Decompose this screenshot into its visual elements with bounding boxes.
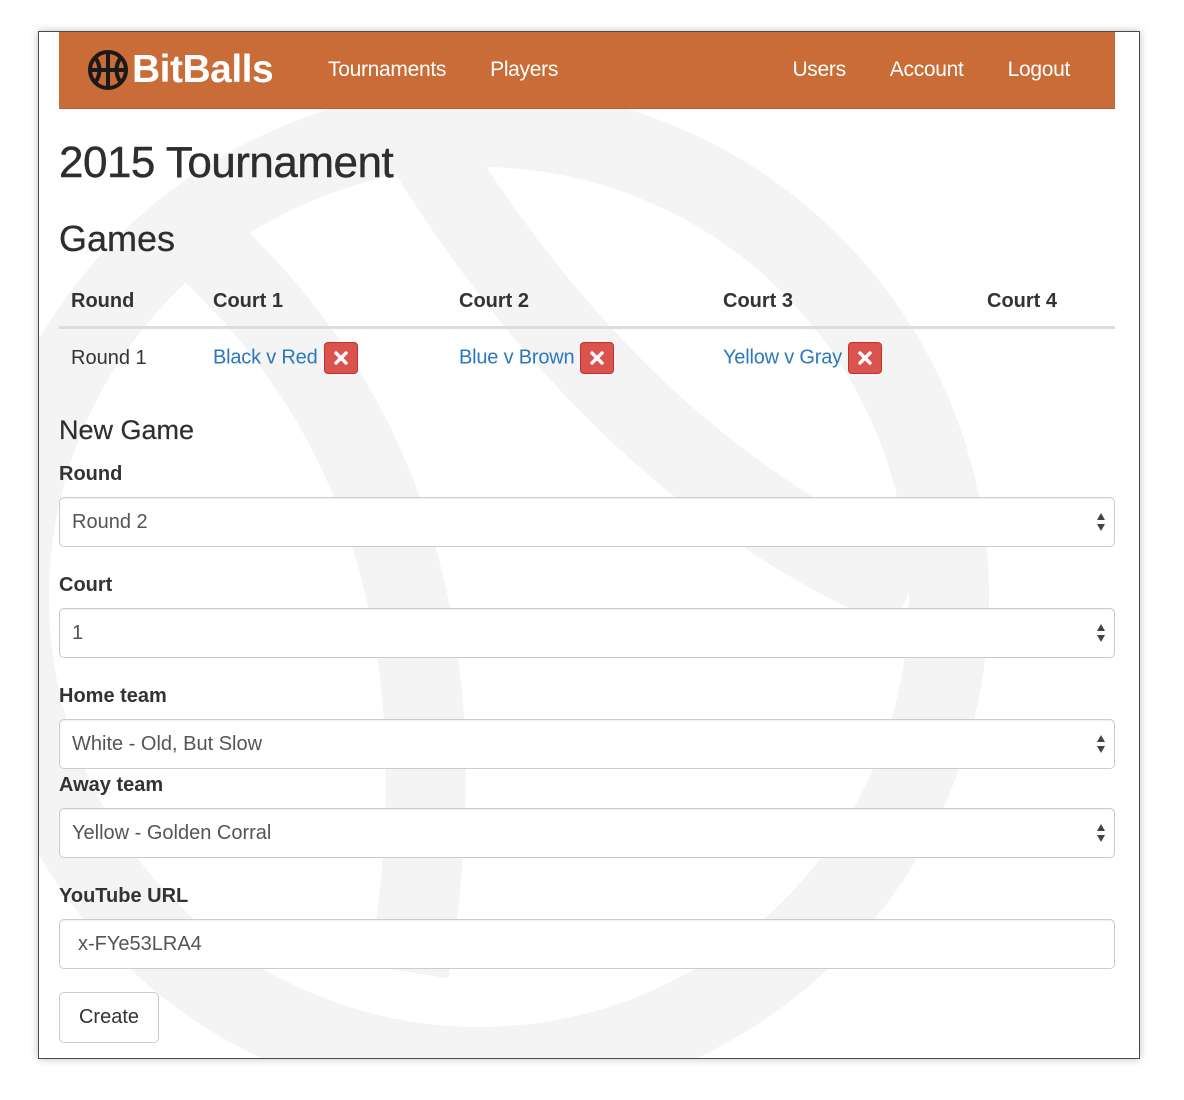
away-team-label: Away team	[59, 774, 164, 796]
games-table: Round Court 1 Court 2 Court 3 Court 4 Ro…	[59, 276, 1115, 387]
round-cell: Round 1	[71, 346, 147, 369]
navbar: BitBalls Tournaments Players Users Accou…	[59, 32, 1115, 109]
court-4-cell	[975, 328, 1115, 388]
round-label: Round	[59, 463, 123, 485]
youtube-url-label: YouTube URL	[59, 885, 189, 907]
select-arrows-icon	[1097, 824, 1105, 842]
brand-link[interactable]: BitBalls	[87, 48, 274, 92]
away-team-select[interactable]: Yellow - Golden Corral	[59, 808, 1115, 858]
youtube-url-value: x-FYe53LRA4	[78, 932, 202, 955]
home-team-select[interactable]: White - Old, But Slow	[59, 719, 1115, 769]
home-team-select-value: White - Old, But Slow	[72, 732, 263, 755]
select-arrows-icon	[1097, 624, 1105, 642]
select-arrows-icon	[1097, 735, 1105, 753]
nav-users-link[interactable]: Users	[792, 58, 846, 82]
create-button[interactable]: Create	[59, 992, 159, 1043]
header-court-2: Court 2	[447, 276, 711, 329]
round-select[interactable]: Round 2	[59, 497, 1115, 547]
youtube-url-input[interactable]: x-FYe53LRA4	[59, 919, 1115, 969]
table-row: Round 1 Black v Red Blue v Brown Yellow …	[59, 328, 1115, 388]
new-game-heading: New Game	[59, 415, 195, 445]
close-icon	[333, 351, 348, 365]
brand-name: BitBalls	[132, 48, 274, 91]
round-select-value: Round 2	[72, 510, 148, 533]
close-icon	[858, 351, 872, 365]
close-icon	[590, 351, 605, 365]
header-court-1: Court 1	[201, 276, 447, 329]
select-arrows-icon	[1097, 513, 1105, 531]
court-1-cell: Black v Red	[201, 328, 447, 388]
games-heading: Games	[59, 218, 176, 259]
table-header-row: Round Court 1 Court 2 Court 3 Court 4	[59, 276, 1115, 329]
page-title: 2015 Tournament	[59, 138, 394, 187]
delete-game-button[interactable]	[323, 342, 358, 374]
basketball-icon	[88, 50, 128, 90]
page-container: BitBalls Tournaments Players Users Accou…	[59, 32, 1115, 1058]
header-round: Round	[59, 276, 201, 329]
nav-right: Users Account Logout	[748, 32, 1115, 108]
header-court-3: Court 3	[711, 276, 975, 329]
game-link-court-3[interactable]: Yellow v Gray	[723, 347, 842, 369]
court-select[interactable]: 1	[59, 608, 1115, 658]
court-2-cell: Blue v Brown	[447, 328, 711, 388]
game-link-court-1[interactable]: Black v Red	[213, 347, 318, 369]
header-court-4: Court 4	[975, 276, 1115, 329]
nav-account-link[interactable]: Account	[890, 58, 964, 82]
court-3-cell: Yellow v Gray	[711, 328, 975, 388]
nav-left: Tournaments Players	[328, 32, 602, 108]
browser-window: BitBalls Tournaments Players Users Accou…	[38, 31, 1140, 1059]
nav-tournaments-link[interactable]: Tournaments	[328, 58, 446, 82]
away-team-select-value: Yellow - Golden Corral	[72, 821, 272, 844]
nav-players-link[interactable]: Players	[490, 58, 558, 82]
delete-game-button[interactable]	[580, 342, 615, 374]
nav-logout-link[interactable]: Logout	[1008, 58, 1071, 82]
delete-game-button[interactable]	[847, 342, 882, 374]
court-label: Court	[59, 574, 113, 596]
game-link-court-2[interactable]: Blue v Brown	[459, 347, 575, 369]
court-select-value: 1	[72, 621, 84, 644]
home-team-label: Home team	[59, 685, 167, 707]
